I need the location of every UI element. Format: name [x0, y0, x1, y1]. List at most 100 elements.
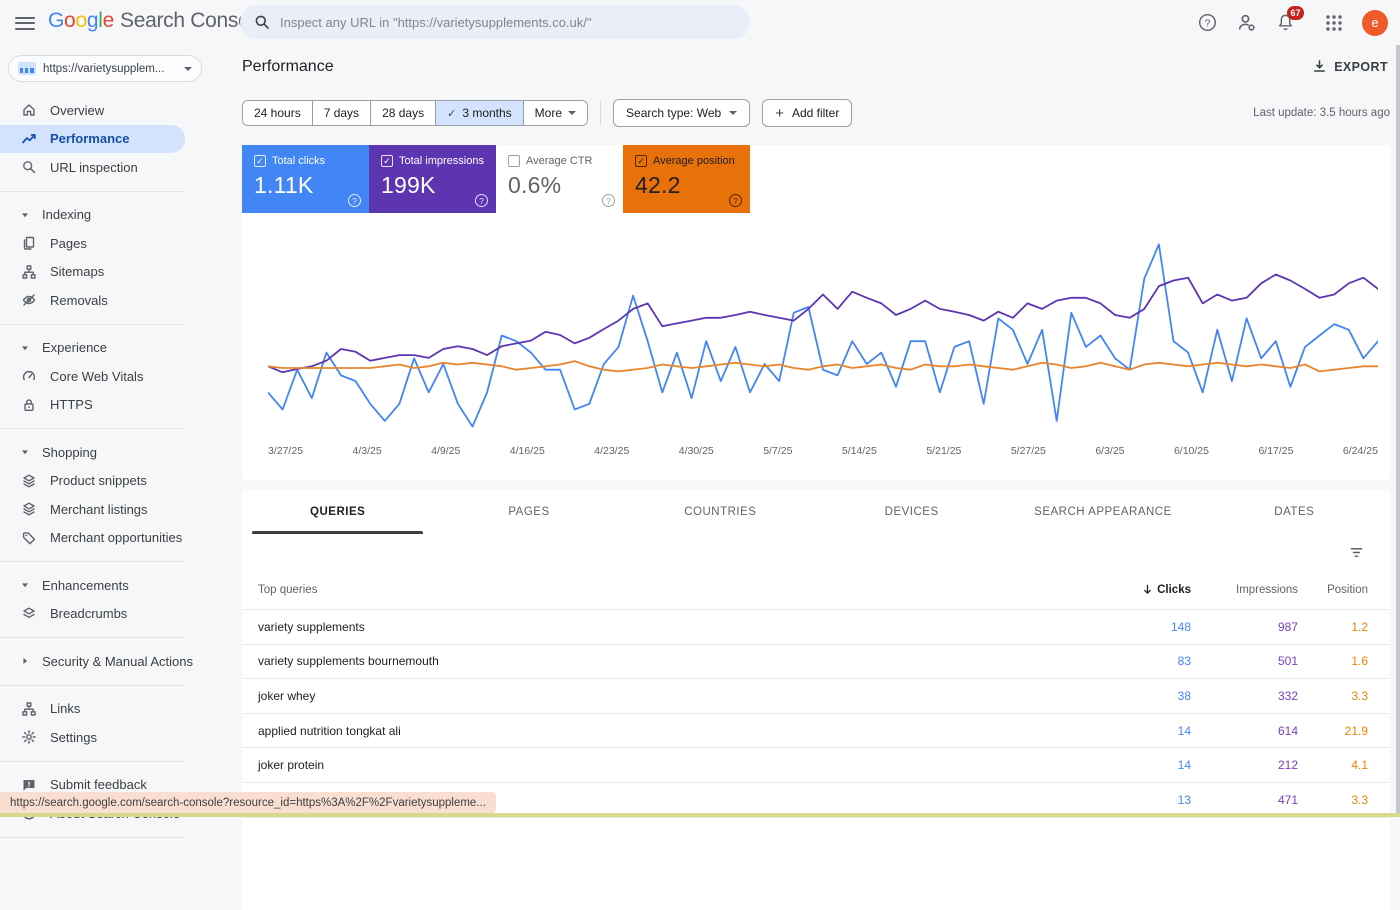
impressions-header[interactable]: Impressions [1191, 584, 1298, 596]
clicks-cell: 14 [1177, 723, 1191, 738]
sidebar-section-shopping[interactable]: Shopping [0, 438, 210, 467]
sidebar-item-label: Links [50, 701, 81, 717]
notifications-bell-icon[interactable]: 67 [1274, 5, 1304, 34]
tab-dates[interactable]: DATES [1199, 490, 1390, 534]
sidebar-item-links[interactable]: Links [0, 695, 210, 724]
position-header[interactable]: Position [1298, 584, 1390, 596]
clicks-header[interactable]: Clicks [1091, 584, 1191, 596]
range-chip-24-hours[interactable]: 24 hours [243, 101, 313, 125]
x-tick-label: 5/21/25 [926, 445, 962, 457]
filter-funnel-icon[interactable] [1349, 545, 1364, 560]
caret-down-icon [16, 339, 33, 356]
checkbox-unchecked-icon[interactable] [508, 155, 520, 167]
search-icon [254, 14, 270, 30]
tab-pages[interactable]: PAGES [433, 490, 624, 534]
last-update-text: Last update: 3.5 hours ago [1253, 107, 1390, 119]
user-settings-icon[interactable] [1235, 12, 1257, 34]
sidebar-item-label: Sitemaps [50, 264, 105, 280]
help-icon[interactable]: ? [602, 194, 615, 207]
url-inspect-searchbar[interactable] [240, 5, 750, 39]
checkbox-checked-icon[interactable]: ✓ [254, 155, 266, 167]
table-row[interactable]: joker protein 14 212 4.1 [242, 748, 1390, 783]
metric-card-total-impressions[interactable]: ✓ Total impressions 199K? [369, 145, 496, 213]
clicks-cell: 38 [1177, 688, 1191, 703]
caret-right-icon [16, 653, 33, 670]
sidebar-section-enhancements[interactable]: Enhancements [0, 571, 210, 600]
sidebar-item-label: Indexing [42, 207, 92, 223]
help-icon[interactable]: ? [729, 194, 742, 207]
metric-card-average-ctr[interactable]: Average CTR 0.6%? [496, 145, 623, 213]
help-icon[interactable]: ? [1196, 12, 1218, 34]
app-logo[interactable]: Google Search Console [48, 9, 266, 33]
x-tick-label: 3/27/25 [268, 445, 304, 457]
query-cell: variety supplements bournemouth [258, 654, 439, 669]
search-type-chip[interactable]: Search type: Web [613, 99, 751, 127]
metric-card-average-position[interactable]: ✓ Average position 42.2? [623, 145, 750, 213]
range-chip-28-days[interactable]: 28 days [371, 101, 437, 125]
query-cell: joker whey [258, 688, 316, 703]
sidebar-item-removals[interactable]: Removals [0, 286, 210, 315]
sidebar-item-breadcrumbs[interactable]: Breadcrumbs [0, 600, 210, 629]
google-apps-grid-icon[interactable] [1323, 12, 1345, 34]
table-row[interactable]: variety supplements 148 987 1.2 [242, 610, 1390, 645]
range-chip-7-days[interactable]: 7 days [312, 101, 372, 125]
x-tick-label: 6/10/25 [1173, 445, 1209, 457]
chart-line-total-clicks [268, 244, 1378, 426]
sidebar-item-label: Shopping [42, 444, 97, 460]
tab-queries[interactable]: QUERIES [242, 490, 433, 534]
sidebar-item-merchant-opportunities[interactable]: Merchant opportunities [0, 524, 210, 553]
table-header: Top queries Clicks Impressions Position [242, 570, 1390, 610]
sidebar-item-settings[interactable]: Settings [0, 723, 210, 752]
sidebar-section-experience[interactable]: Experience [0, 334, 210, 363]
sidebar-item-merchant-listings[interactable]: Merchant listings [0, 495, 210, 524]
table-row[interactable]: variety supplements bournemouth 83 501 1.6 [242, 645, 1390, 680]
menu-icon[interactable] [15, 13, 35, 31]
chevron-down-icon [729, 111, 738, 115]
tab-devices[interactable]: DEVICES [816, 490, 1007, 534]
range-chip-label: 24 hours [254, 106, 301, 120]
sidebar-item-url-inspection[interactable]: URL inspection [0, 153, 210, 182]
table-body: variety supplements 148 987 1.2 variety supp… [242, 610, 1390, 818]
notification-count-badge: 67 [1287, 5, 1304, 20]
metric-card-total-clicks[interactable]: ✓ Total clicks 1.11K? [242, 145, 369, 213]
sidebar-item-label: Performance [50, 131, 130, 147]
sidebar-section-security-manual-actions[interactable]: Security & Manual Actions [0, 647, 210, 676]
tab-search-appearance[interactable]: SEARCH APPEARANCE [1007, 490, 1198, 534]
checkbox-checked-icon[interactable]: ✓ [381, 155, 393, 167]
sidebar-item-sitemaps[interactable]: Sitemaps [0, 258, 210, 287]
sidebar-item-pages[interactable]: Pages [0, 229, 210, 258]
table-toolbar [242, 534, 1390, 570]
tab-countries[interactable]: COUNTRIES [625, 490, 816, 534]
add-filter-label: Add filter [791, 106, 840, 120]
table-row[interactable]: joker whey 38 332 3.3 [242, 679, 1390, 714]
help-icon[interactable]: ? [348, 194, 361, 207]
metric-label: Average position [653, 155, 735, 167]
property-selector[interactable]: https://varietysupplem... [8, 55, 202, 82]
add-filter-chip[interactable]: + Add filter [762, 99, 853, 127]
metric-card-label-row: ✓ Average position [635, 155, 740, 167]
account-avatar[interactable]: e [1362, 9, 1388, 36]
sidebar-item-performance[interactable]: Performance [0, 124, 185, 153]
sidebar-section-indexing[interactable]: Indexing [0, 201, 210, 230]
export-button[interactable]: EXPORT [1312, 59, 1388, 74]
range-chip-3-months[interactable]: ✓ 3 months [436, 101, 524, 125]
top-app-bar: Google Search Console ? 67 e [0, 0, 1400, 45]
sidebar-divider [0, 190, 185, 192]
table-row[interactable]: applied nutrition tongkat ali 14 614 21.9 [242, 714, 1390, 749]
url-inspect-input[interactable] [280, 14, 736, 30]
sidebar-item-overview[interactable]: Overview [0, 96, 210, 125]
sidebar-item-https[interactable]: HTTPS [0, 391, 210, 420]
filter-row: 24 hours 7 days 28 days ✓ 3 months More Searc… [242, 99, 1390, 127]
help-icon[interactable]: ? [475, 194, 488, 207]
x-tick-label: 4/9/25 [431, 445, 461, 457]
checkbox-checked-icon[interactable]: ✓ [635, 155, 647, 167]
dimensions-panel: QUERIES PAGES COUNTRIES DEVICES SEARCH APPEA… [242, 490, 1390, 910]
range-chip-more[interactable]: More [523, 101, 588, 125]
removals-icon [20, 292, 37, 309]
impressions-cell: 471 [1277, 792, 1298, 807]
sidebar-divider [0, 323, 185, 325]
sidebar-item-product-snippets[interactable]: Product snippets [0, 467, 210, 496]
position-cell: 1.6 [1351, 654, 1368, 669]
sidebar-item-core-web-vitals[interactable]: Core Web Vitals [0, 362, 210, 391]
vertical-scrollbar[interactable] [1396, 45, 1400, 817]
